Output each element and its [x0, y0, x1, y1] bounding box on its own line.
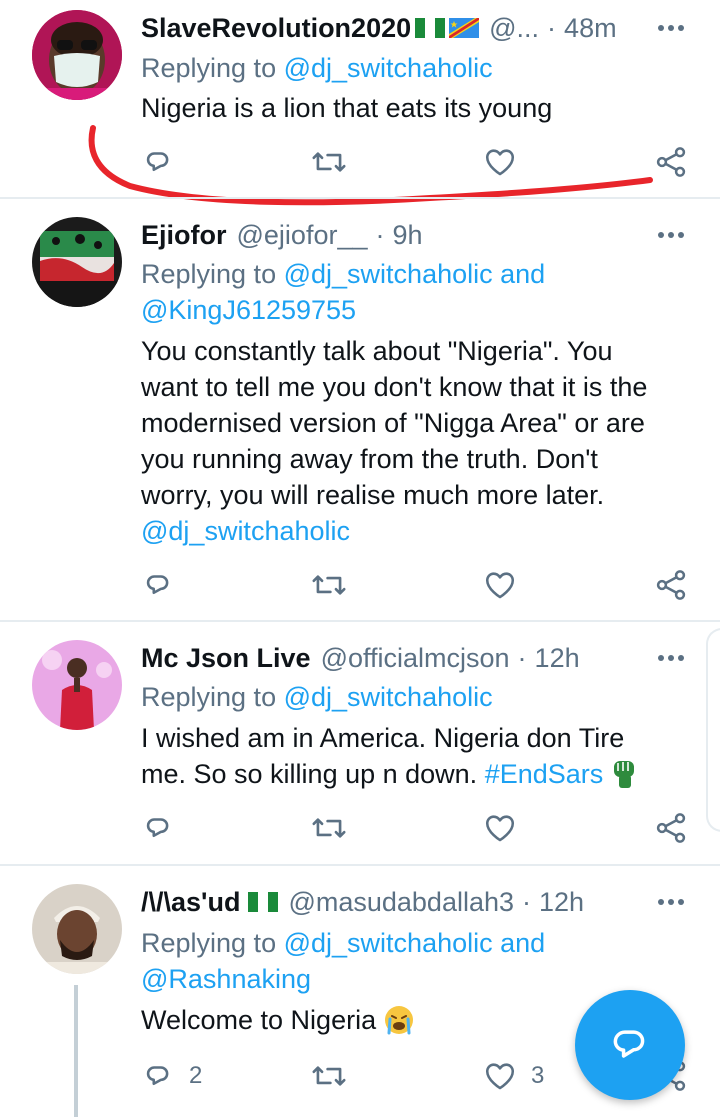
- body-line: worry, you will realise much more later.: [141, 480, 605, 510]
- raised-fist-emoji-icon: [613, 761, 634, 788]
- mention-link[interactable]: @KingJ61259755: [141, 292, 690, 328]
- tweet-time[interactable]: 9h: [392, 220, 422, 251]
- tweet-body: I wished am in America. Nigeria don Tire…: [141, 720, 690, 792]
- retweet-button[interactable]: [311, 808, 347, 848]
- author-handle[interactable]: @ejiofor__: [237, 220, 368, 251]
- replying-and: and: [500, 928, 546, 958]
- like-button[interactable]: [483, 565, 531, 605]
- hashtag-link[interactable]: #EndSars: [485, 759, 604, 789]
- body-line: you running away from the truth. Don't: [141, 444, 598, 474]
- mention-link[interactable]: @dj_switchaholic: [284, 259, 493, 289]
- red-annotation-stroke: [88, 125, 653, 206]
- avatar[interactable]: [32, 884, 122, 974]
- action-bar: [141, 565, 701, 605]
- avatar[interactable]: [32, 217, 122, 307]
- replying-label: Replying to: [141, 928, 277, 958]
- replying-label: Replying to: [141, 259, 277, 289]
- reply-icon: [146, 1066, 169, 1086]
- like-button[interactable]: [483, 808, 531, 848]
- replying-label: Replying to: [141, 682, 277, 712]
- compose-reply-button[interactable]: [575, 990, 685, 1100]
- separator-dot: ·: [517, 642, 527, 673]
- like-icon: [485, 572, 515, 599]
- body-line: me. So so killing up n down.: [141, 759, 478, 789]
- tweet-3[interactable]: Mc Json Live @officialmcjson · 12h Reply…: [0, 622, 720, 862]
- separator-dot: ·: [522, 886, 532, 917]
- nigeria-flag-icon: [248, 892, 279, 912]
- more-icon[interactable]: [656, 648, 686, 668]
- replying-to: Replying to @dj_switchaholic: [141, 679, 690, 715]
- body-line: want to tell me you don't know that it i…: [141, 372, 648, 402]
- reply-button[interactable]: [141, 565, 189, 605]
- body-line: modernised version of "Nigga Area" or ar…: [141, 408, 645, 438]
- compose-reply-icon: [613, 1030, 645, 1058]
- reply-icon: [146, 818, 169, 838]
- share-button[interactable]: [653, 565, 689, 605]
- body-line: You constantly talk about "Nigeria". You: [141, 336, 613, 366]
- like-icon: [485, 1063, 515, 1090]
- mention-link[interactable]: @Rashnaking: [141, 961, 690, 997]
- edge-card-outline: [706, 628, 720, 832]
- replying-to: Replying to @dj_switchaholic and: [141, 925, 690, 961]
- retweet-icon: [312, 575, 346, 595]
- reply-icon: [146, 575, 169, 595]
- author-handle[interactable]: @masudabdallah3: [288, 887, 514, 918]
- body-line: I wished am in America. Nigeria don Tire: [141, 723, 625, 753]
- tweet-time[interactable]: 12h: [539, 887, 584, 918]
- author-name[interactable]: Mc Json Live: [141, 643, 311, 674]
- share-button[interactable]: [653, 808, 689, 848]
- author-name[interactable]: Ejiofor: [141, 220, 227, 251]
- reply-button[interactable]: [141, 808, 189, 848]
- more-icon[interactable]: [656, 892, 686, 912]
- tweet-body: Welcome to Nigeria: [141, 1005, 377, 1035]
- tweet-time[interactable]: 12h: [535, 643, 580, 674]
- action-bar: [141, 808, 701, 848]
- retweet-icon: [312, 1066, 346, 1086]
- reply-count: 2: [189, 1062, 203, 1089]
- retweet-icon: [312, 818, 346, 838]
- like-icon: [485, 815, 515, 842]
- more-icon[interactable]: [656, 225, 686, 245]
- share-icon: [656, 813, 686, 843]
- thread-connector-line: [74, 985, 78, 1117]
- author-handle[interactable]: @officialmcjson: [321, 643, 510, 674]
- avatar[interactable]: [32, 640, 122, 730]
- like-count: 3: [531, 1062, 545, 1089]
- mention-link[interactable]: @dj_switchaholic: [284, 928, 493, 958]
- like-button[interactable]: 3: [483, 1056, 544, 1096]
- share-icon: [656, 570, 686, 600]
- mention-link[interactable]: @dj_switchaholic: [284, 682, 493, 712]
- separator-dot: ·: [375, 219, 385, 250]
- replying-to: Replying to @dj_switchaholic and: [141, 256, 690, 292]
- retweet-button[interactable]: [311, 565, 347, 605]
- tweet-body: You constantly talk about "Nigeria". You…: [141, 333, 690, 549]
- reply-button[interactable]: 2: [141, 1056, 202, 1096]
- author-name[interactable]: /\/\as'ud: [141, 887, 240, 918]
- replying-and: and: [500, 259, 546, 289]
- retweet-button[interactable]: [311, 1056, 347, 1096]
- crying-face-emoji-icon: [384, 1006, 413, 1035]
- mention-link[interactable]: @dj_switchaholic: [141, 513, 690, 549]
- tweet-2[interactable]: Ejiofor @ejiofor__ · 9h Replying to @dj_…: [0, 199, 720, 619]
